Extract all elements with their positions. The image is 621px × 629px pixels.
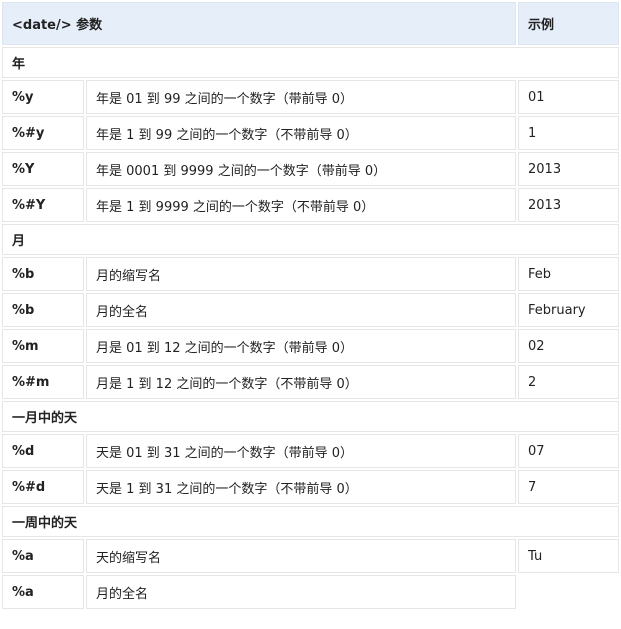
table-row: %m 月是 01 到 12 之间的一个数字（带前导 0） 02 — [2, 329, 620, 363]
table-row: %b 月的缩写名 Feb — [2, 257, 620, 291]
table-row: %a 天的缩写名 Tu — [2, 539, 620, 573]
date-parameter-table: <date/> 参数 示例 年 %y 年是 01 到 99 之间的一个数字（带前… — [0, 0, 621, 611]
table-row: %#m 月是 1 到 12 之间的一个数字（不带前导 0） 2 — [2, 365, 620, 399]
param-key: %a — [2, 575, 84, 609]
section-row: 一周中的天 — [2, 506, 620, 537]
table-row: %d 天是 01 到 31 之间的一个数字（带前导 0） 07 — [2, 434, 620, 468]
table-row: %#d 天是 1 到 31 之间的一个数字（不带前导 0） 7 — [2, 470, 620, 504]
header-example: 示例 — [518, 2, 620, 45]
param-desc: 月的全名 — [86, 293, 517, 327]
table-row: %#y 年是 1 到 99 之间的一个数字（不带前导 0） 1 — [2, 116, 620, 150]
param-example: 02 — [518, 329, 620, 363]
param-key: %m — [2, 329, 84, 363]
param-desc: 天是 01 到 31 之间的一个数字（带前导 0） — [86, 434, 517, 468]
param-key: %b — [2, 257, 84, 291]
param-example: 1 — [518, 116, 620, 150]
section-row: 月 — [2, 224, 620, 255]
param-example: Tu — [518, 539, 620, 573]
param-desc: 月的全名 — [86, 575, 517, 609]
section-title-day-of-week: 一周中的天 — [2, 506, 620, 537]
param-key: %#y — [2, 116, 84, 150]
section-title-day-of-month: 一月中的天 — [2, 401, 620, 432]
param-key: %Y — [2, 152, 84, 186]
param-example: Feb — [518, 257, 620, 291]
param-example: 2 — [518, 365, 620, 399]
param-example: 07 — [518, 434, 620, 468]
param-example: 01 — [518, 80, 620, 114]
section-row: 一月中的天 — [2, 401, 620, 432]
param-key: %#d — [2, 470, 84, 504]
section-row: 年 — [2, 47, 620, 78]
param-key: %#m — [2, 365, 84, 399]
param-desc: 年是 0001 到 9999 之间的一个数字（带前导 0） — [86, 152, 517, 186]
table-header-row: <date/> 参数 示例 — [2, 2, 620, 45]
param-desc: 年是 1 到 99 之间的一个数字（不带前导 0） — [86, 116, 517, 150]
param-example: February — [518, 293, 620, 327]
param-desc: 天是 1 到 31 之间的一个数字（不带前导 0） — [86, 470, 517, 504]
param-example: 2013 — [518, 152, 620, 186]
param-example — [518, 575, 619, 609]
param-key: %y — [2, 80, 84, 114]
table-row: %a 月的全名 — [2, 575, 619, 609]
param-desc: 月的缩写名 — [86, 257, 517, 291]
param-desc: 年是 01 到 99 之间的一个数字（带前导 0） — [86, 80, 517, 114]
param-example: 2013 — [518, 188, 620, 222]
table-row: %b 月的全名 February — [2, 293, 620, 327]
param-desc: 天的缩写名 — [86, 539, 517, 573]
param-key: %#Y — [2, 188, 84, 222]
table-row: %#Y 年是 1 到 9999 之间的一个数字（不带前导 0） 2013 — [2, 188, 620, 222]
param-key: %a — [2, 539, 84, 573]
table-row: %y 年是 01 到 99 之间的一个数字（带前导 0） 01 — [2, 80, 620, 114]
param-example: 7 — [518, 470, 620, 504]
header-param: <date/> 参数 — [2, 2, 517, 45]
section-title-month: 月 — [2, 224, 620, 255]
table-row: %Y 年是 0001 到 9999 之间的一个数字（带前导 0） 2013 — [2, 152, 620, 186]
param-key: %b — [2, 293, 84, 327]
param-desc: 月是 01 到 12 之间的一个数字（带前导 0） — [86, 329, 517, 363]
section-title-year: 年 — [2, 47, 620, 78]
param-key: %d — [2, 434, 84, 468]
param-desc: 月是 1 到 12 之间的一个数字（不带前导 0） — [86, 365, 517, 399]
param-desc: 年是 1 到 9999 之间的一个数字（不带前导 0） — [86, 188, 517, 222]
